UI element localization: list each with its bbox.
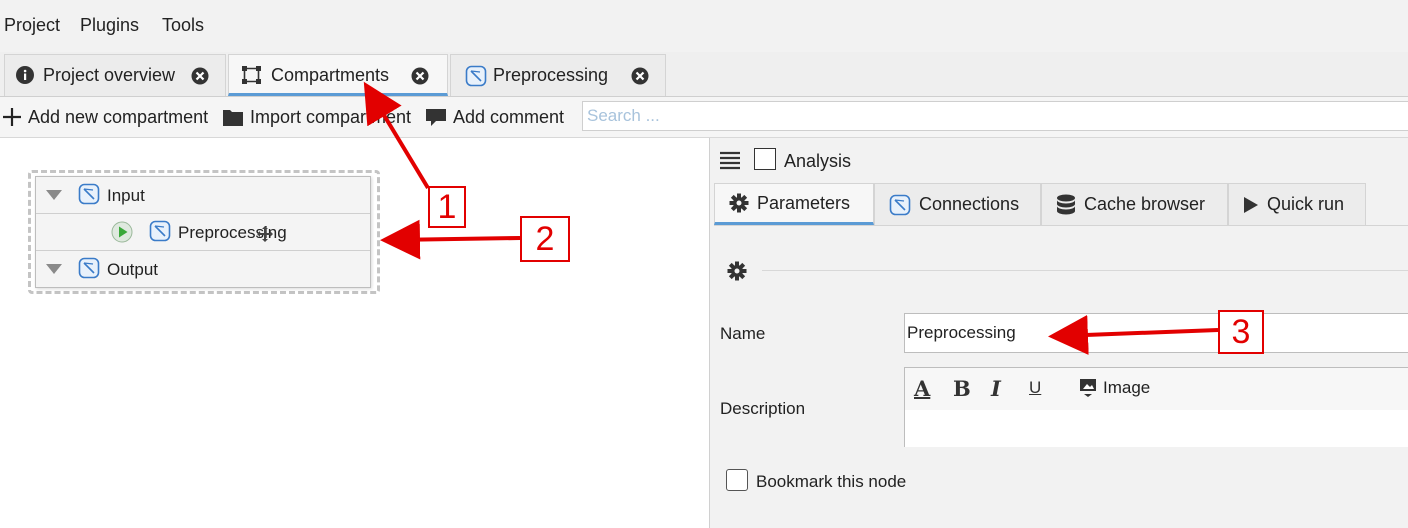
- compartment-node-icon: [889, 194, 911, 216]
- database-icon: [1056, 194, 1076, 216]
- menu-tools[interactable]: Tools: [162, 15, 204, 36]
- hamburger-menu-icon[interactable]: [719, 150, 741, 170]
- description-label: Description: [720, 399, 806, 418]
- tab-label: Compartments: [271, 65, 390, 85]
- run-node-icon[interactable]: [111, 221, 133, 243]
- italic-button[interactable]: I: [991, 376, 1001, 401]
- tab-cache-browser[interactable]: Cache browser: [1041, 183, 1228, 225]
- section-divider: [762, 270, 1408, 271]
- tab-quick-run[interactable]: Quick run: [1228, 183, 1366, 225]
- tab-connections[interactable]: Connections: [874, 183, 1041, 225]
- add-comment-label: Add comment: [453, 106, 565, 127]
- tab-project-overview[interactable]: Project overview: [4, 54, 226, 96]
- comment-icon: [425, 107, 447, 127]
- node-title-row[interactable]: Preprocessing: [36, 214, 370, 251]
- annotation-callout-2: 2: [520, 216, 570, 262]
- bookmark-checkbox[interactable]: [726, 469, 748, 491]
- tab-label: Project overview: [43, 65, 176, 85]
- name-label: Name: [720, 324, 766, 343]
- tab-cache-browser-label: Cache browser: [1084, 194, 1206, 214]
- compartment-node-icon: [149, 220, 171, 242]
- tab-connections-label: Connections: [919, 194, 1020, 214]
- menu-bar: Project Plugins Tools: [0, 0, 1408, 52]
- close-tab-icon[interactable]: [411, 67, 429, 85]
- insert-image-label: Image: [1103, 378, 1151, 397]
- tab-preprocessing[interactable]: Preprocessing: [450, 54, 666, 96]
- description-editor[interactable]: A B I U Image: [904, 367, 1408, 447]
- add-compartment-button[interactable]: Add new compartment: [2, 105, 208, 129]
- editor-toolbar: A B I U Image: [905, 368, 1408, 411]
- output-slot-row[interactable]: Output: [36, 251, 370, 287]
- compartment-node-icon: [78, 257, 100, 279]
- collapse-triangle-icon[interactable]: [46, 264, 62, 274]
- gear-icon: [727, 261, 747, 281]
- tab-parameters[interactable]: Parameters: [714, 183, 874, 225]
- compartment-node-icon: [465, 65, 487, 87]
- input-slot-row[interactable]: Input: [36, 177, 370, 214]
- input-slot-label: Input: [107, 186, 145, 205]
- tab-compartments[interactable]: Compartments: [228, 54, 448, 96]
- output-slot-label: Output: [107, 260, 159, 279]
- import-compartment-button[interactable]: Import compartment: [222, 105, 411, 129]
- font-color-button[interactable]: A: [914, 376, 930, 401]
- collapse-triangle-icon[interactable]: [46, 190, 62, 200]
- search-input[interactable]: [582, 101, 1408, 131]
- bold-button[interactable]: B: [953, 376, 971, 401]
- import-compartment-label: Import compartment: [250, 106, 412, 127]
- info-icon: [15, 65, 35, 85]
- play-icon: [1243, 196, 1259, 214]
- name-field[interactable]: [904, 313, 1408, 353]
- compartment-node[interactable]: Input Preprocessing Output: [35, 176, 371, 288]
- close-tab-icon[interactable]: [631, 67, 649, 85]
- compartment-node-icon: [78, 183, 100, 205]
- analysis-label: Analysis: [784, 151, 852, 171]
- underline-button[interactable]: U: [1029, 378, 1041, 398]
- description-text-area[interactable]: [905, 410, 1408, 447]
- document-tab-strip: Project overview Compartments Preprocess…: [0, 52, 1408, 97]
- add-compartment-label: Add new compartment: [28, 106, 209, 127]
- tab-parameters-label: Parameters: [757, 192, 851, 213]
- insert-image-button[interactable]: Image: [1079, 378, 1150, 398]
- gear-icon: [729, 193, 749, 213]
- graph-toolbar: Add new compartment Import compartment A…: [0, 97, 1408, 138]
- menu-plugins[interactable]: Plugins: [80, 15, 139, 36]
- analysis-checkbox[interactable]: [754, 148, 776, 170]
- folder-icon: [222, 107, 244, 127]
- properties-panel: Analysis Parameters Connections Cache br…: [710, 138, 1408, 528]
- menu-project[interactable]: Project: [4, 15, 60, 36]
- tab-label: Preprocessing: [493, 65, 609, 85]
- close-tab-icon[interactable]: [191, 67, 209, 85]
- plus-icon: [2, 107, 22, 127]
- tab-bar-divider: [714, 225, 1408, 226]
- tab-quick-run-label: Quick run: [1267, 194, 1345, 214]
- compartments-icon: [241, 65, 263, 85]
- annotation-callout-3: 3: [1218, 310, 1264, 354]
- bookmark-label: Bookmark this node: [756, 472, 907, 491]
- annotation-callout-1: 1: [428, 186, 466, 228]
- move-cursor-icon: [257, 226, 273, 242]
- add-comment-button[interactable]: Add comment: [425, 105, 564, 129]
- image-icon: [1079, 378, 1097, 398]
